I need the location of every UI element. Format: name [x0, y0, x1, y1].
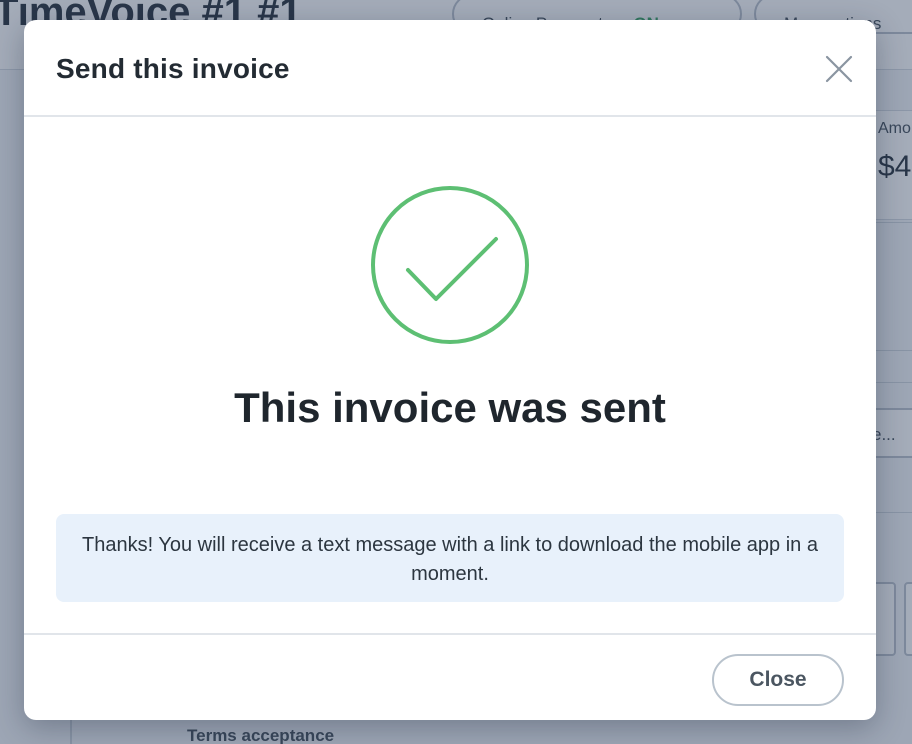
modal-title: Send this invoice [56, 53, 290, 84]
success-heading: This invoice was sent [234, 384, 666, 431]
close-icon[interactable] [822, 52, 856, 86]
checkmark-circle-icon [370, 185, 530, 345]
close-button[interactable]: Close [712, 654, 844, 706]
send-invoice-modal: Send this invoice This invoice was sent … [24, 20, 876, 720]
info-message: Thanks! You will receive a text message … [56, 514, 844, 602]
modal-footer: Close [24, 633, 876, 720]
modal-header: Send this invoice [24, 20, 876, 117]
